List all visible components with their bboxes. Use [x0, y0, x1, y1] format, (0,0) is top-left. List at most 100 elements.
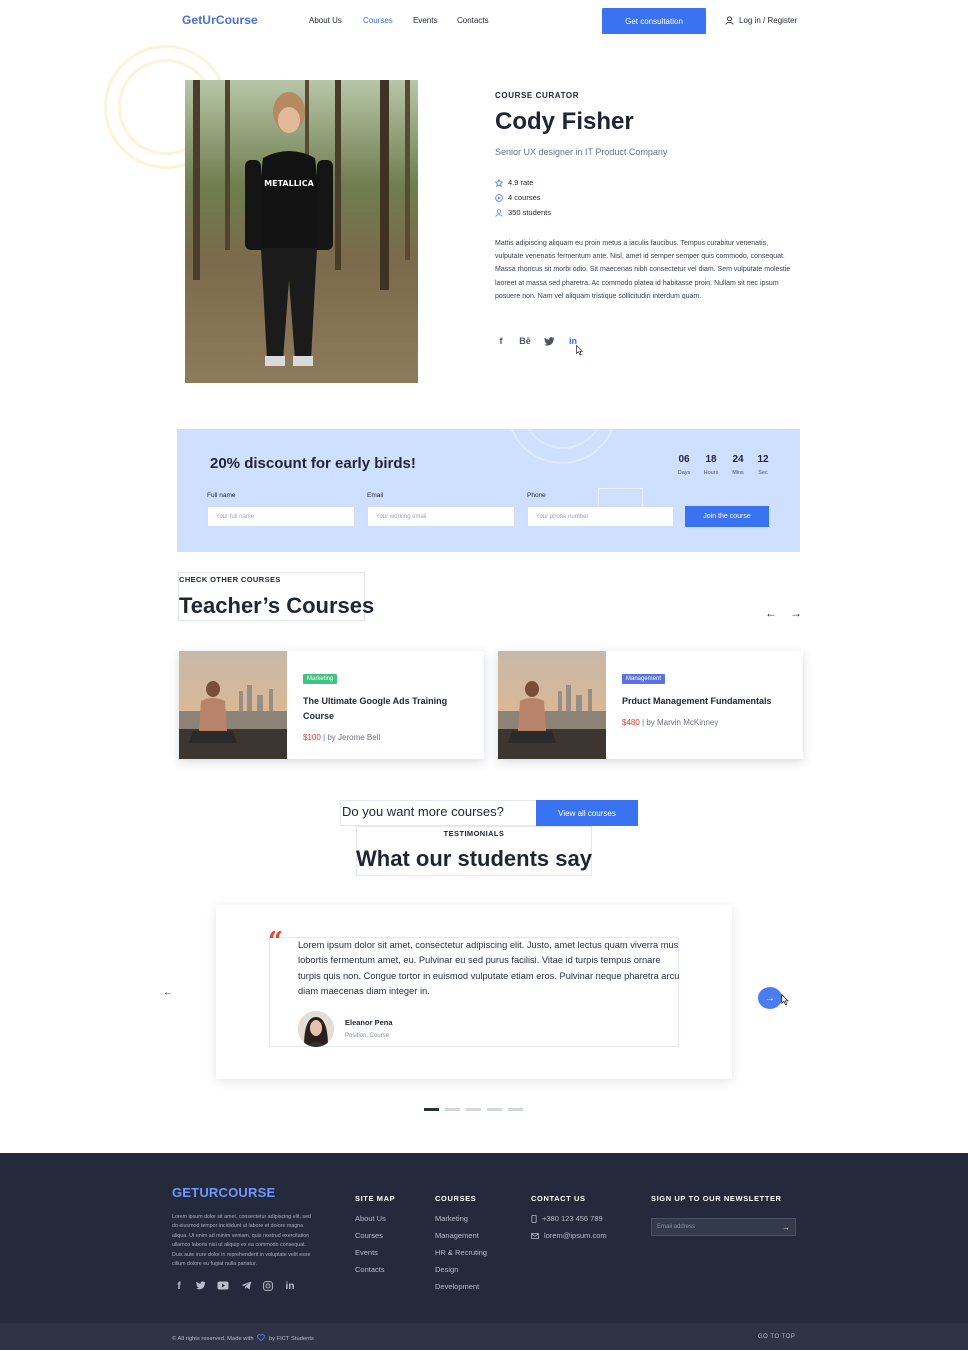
go-to-top-link[interactable]: GO TO TOP	[758, 1334, 795, 1340]
course-title[interactable]: The Ultimate Google Ads Training Course	[303, 694, 473, 724]
twitter-icon[interactable]	[194, 1281, 208, 1293]
newsletter-input[interactable]: Email address →	[651, 1218, 796, 1236]
course-image	[179, 651, 287, 759]
testimonial-card: “ Lorem ipsum dolor sit amet, consectetu…	[216, 905, 732, 1079]
footer-course-marketing[interactable]: Marketing	[435, 1214, 468, 1223]
curator-bio: Mattis adipiscing aliquam eu proin metus…	[495, 240, 791, 300]
fullname-input[interactable]: Your full name	[207, 506, 355, 527]
heart-icon	[257, 1334, 266, 1342]
stat-courses-label: 4 courses	[508, 193, 541, 202]
course-image	[498, 651, 606, 759]
testimonial-prev-button[interactable]: ←	[160, 985, 176, 999]
course-tag: Marketing	[303, 674, 338, 684]
footer-course-development[interactable]: Development	[435, 1282, 479, 1291]
stat-students: 350 students	[495, 208, 551, 217]
login-label: Log in / Register	[739, 16, 798, 25]
email-address: lorem@ipsum.com	[544, 1231, 607, 1240]
copyright-credit: by FICT Students	[268, 1336, 314, 1342]
discount-title: 20% discount for early birds!	[210, 455, 416, 472]
slider-dot[interactable]	[445, 1108, 460, 1111]
youtube-icon[interactable]	[216, 1281, 230, 1293]
shirt-print: METALLICA	[264, 179, 314, 188]
curator-role: Senior UX designer in IT Product Company	[495, 147, 668, 157]
countdown-sec: 12	[757, 454, 769, 465]
newsletter-submit-arrow[interactable]: →	[782, 1223, 790, 1232]
countdown-sec-label: Sec	[758, 470, 768, 476]
sitemap-heading: SITE MAP	[355, 1194, 396, 1203]
email-input[interactable]: Your working email	[367, 506, 515, 527]
course-title[interactable]: Prduct Management Fundamentals	[622, 694, 792, 709]
behance-icon[interactable]: Bē	[517, 335, 533, 347]
footer-link-about[interactable]: About Us	[355, 1214, 386, 1223]
countdown-days: 06	[678, 454, 690, 465]
course-meta: $100 | by Jerome Bell	[303, 733, 473, 742]
footer-email[interactable]: lorem@ipsum.com	[531, 1231, 607, 1240]
course-card-body: Marketing The Ultimate Google Ads Traini…	[287, 651, 473, 759]
footer-link-courses[interactable]: Courses	[355, 1231, 383, 1240]
footer-link-contacts[interactable]: Contacts	[355, 1265, 385, 1274]
countdown-mins-label: Mins	[732, 470, 744, 476]
curator-kicker: COURSE CURATOR	[495, 91, 580, 100]
telegram-icon[interactable]	[239, 1281, 253, 1293]
footer-bottom-bar: © All rights reserved. Made with by FICT…	[0, 1323, 968, 1350]
footer-about: Lorem ipsum dolor sit amet, consectetur …	[172, 1214, 311, 1268]
join-course-button[interactable]: Join the course	[685, 506, 769, 527]
curator-photo: METALLICA	[185, 80, 418, 383]
course-price: $100	[303, 733, 321, 742]
instagram-icon[interactable]	[261, 1281, 275, 1294]
phone-label: Phone	[527, 492, 546, 499]
courses-next-arrow[interactable]: →	[790, 606, 802, 620]
slider-dot[interactable]	[466, 1108, 481, 1111]
user-icon	[725, 16, 734, 25]
nav-courses[interactable]: Courses	[363, 16, 393, 25]
slider-dot[interactable]	[424, 1108, 439, 1111]
nav-contacts[interactable]: Contacts	[457, 16, 489, 25]
course-card[interactable]: Marketing The Ultimate Google Ads Traini…	[179, 651, 484, 759]
login-link[interactable]: Log in / Register	[725, 16, 797, 25]
facebook-icon[interactable]: f	[172, 1281, 186, 1292]
copyright-text: © All rights reserved. Made with	[172, 1336, 254, 1342]
testimonial-next-button[interactable]: →	[758, 987, 782, 1009]
testimonial-position: Position, Course	[345, 1033, 390, 1039]
footer-course-management[interactable]: Management	[435, 1231, 479, 1240]
copyright: © All rights reserved. Made with by FICT…	[172, 1334, 314, 1342]
discount-banner: 20% discount for early birds! 06 Days 18…	[177, 429, 800, 552]
footer-link-events[interactable]: Events	[355, 1248, 378, 1257]
nav-about[interactable]: About Us	[309, 16, 342, 25]
course-tag: Management	[622, 674, 666, 684]
nav-events[interactable]: Events	[413, 16, 437, 25]
slider-dot[interactable]	[487, 1108, 502, 1111]
testimonial-author: Eleanor Pena	[345, 1018, 393, 1027]
site-logo[interactable]: GetUrCourse	[182, 13, 258, 27]
get-consultation-button[interactable]: Get consultation	[602, 8, 706, 34]
countdown-hours-label: Hours	[703, 470, 719, 476]
footer-course-hr[interactable]: HR & Recruting	[435, 1248, 487, 1257]
footer-logo[interactable]: GETURCOURSE	[172, 1185, 275, 1200]
footer-phone[interactable]: +380 123 456 789	[531, 1214, 603, 1223]
view-all-courses-button[interactable]: View all courses	[536, 800, 638, 826]
course-price: $480	[622, 718, 640, 727]
countdown-days-label: Days	[677, 470, 691, 476]
phone-input[interactable]: Your phone number	[527, 506, 674, 527]
footer-course-design[interactable]: Design	[435, 1265, 458, 1274]
decor-outline	[598, 488, 643, 507]
stat-rate: 4.9 rate	[495, 178, 533, 187]
course-author: | by Marvin McKinney	[642, 718, 719, 727]
testimonials-title: What our students say	[356, 846, 592, 871]
stat-students-label: 350 students	[508, 208, 551, 217]
facebook-icon[interactable]: f	[496, 335, 506, 347]
slider-dot[interactable]	[508, 1108, 523, 1111]
stat-rate-label: 4.9 rate	[508, 178, 534, 187]
course-card[interactable]: Management Prduct Management Fundamental…	[498, 651, 803, 759]
phone-number: +380 123 456 789	[542, 1214, 603, 1223]
courses-title: Teacher’s Courses	[179, 593, 375, 618]
play-circle-icon	[495, 193, 503, 202]
stat-courses: 4 courses	[495, 193, 541, 202]
more-courses-question: Do you want more courses?	[342, 804, 504, 819]
courses-prev-arrow[interactable]: ←	[765, 606, 777, 620]
twitter-icon[interactable]	[543, 335, 556, 347]
mouse-cursor-icon	[576, 345, 583, 356]
avatar	[298, 1011, 334, 1047]
linkedin-icon[interactable]: in	[283, 1281, 297, 1292]
quote-icon: “	[268, 927, 283, 957]
